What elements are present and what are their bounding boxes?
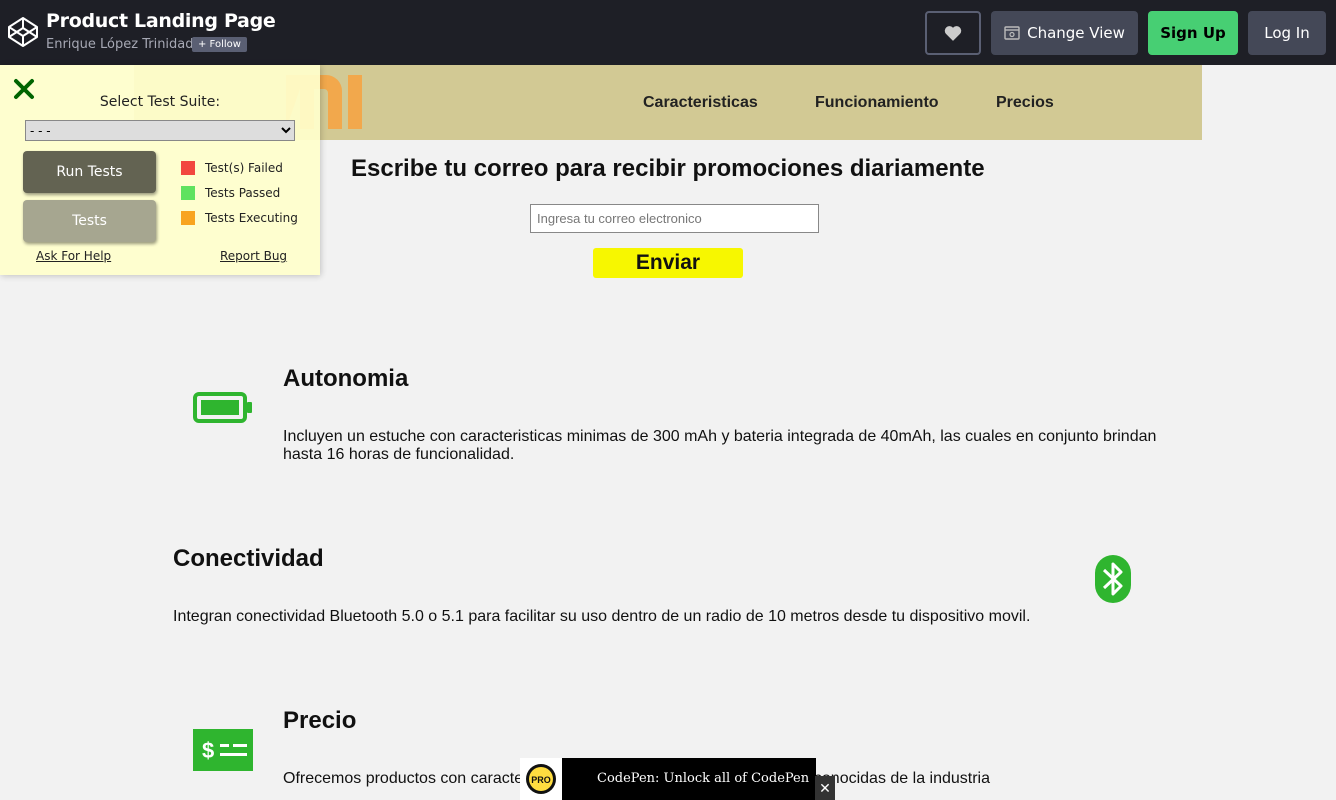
codepen-logo-icon[interactable] xyxy=(7,16,39,48)
pro-banner[interactable]: PRO CodePen: Unlock all of CodePen xyxy=(520,758,816,800)
submit-button[interactable]: Enviar xyxy=(593,248,743,278)
pro-banner-text[interactable]: CodePen: Unlock all of CodePen xyxy=(597,771,809,786)
nav-link-caracteristicas[interactable]: Caracteristicas xyxy=(643,94,758,112)
feature-text-autonomia: Incluyen un estuche con caracteristicas … xyxy=(283,428,1157,463)
change-view-icon xyxy=(1004,26,1020,40)
test-suite-panel: Select Test Suite: - - - Run Tests Tests… xyxy=(0,65,320,275)
nav-link-funcionamiento[interactable]: Funcionamiento xyxy=(815,94,939,112)
promo-heading: Escribe tu correo para recibir promocion… xyxy=(351,155,985,182)
legend-passed: Tests Passed xyxy=(181,186,280,200)
money-bill-icon: $ xyxy=(193,729,253,776)
report-bug-link[interactable]: Report Bug xyxy=(220,249,287,263)
pen-author[interactable]: Enrique López Trinidad xyxy=(46,37,194,52)
change-view-button[interactable]: Change View xyxy=(991,11,1138,55)
svg-text:$: $ xyxy=(202,738,214,763)
legend-executing: Tests Executing xyxy=(181,211,298,225)
run-tests-button[interactable]: Run Tests xyxy=(23,151,156,193)
bluetooth-icon xyxy=(1095,555,1131,608)
sign-up-button[interactable]: Sign Up xyxy=(1148,11,1238,55)
feature-text-conectividad: Integran conectividad Bluetooth 5.0 o 5.… xyxy=(173,608,1031,625)
test-suite-label: Select Test Suite: xyxy=(99,94,221,110)
battery-full-icon xyxy=(193,392,253,428)
log-in-button[interactable]: Log In xyxy=(1248,11,1326,55)
feature-title-conectividad: Conectividad xyxy=(173,545,324,572)
nav-link-precios[interactable]: Precios xyxy=(996,94,1054,112)
legend-failed: Test(s) Failed xyxy=(181,161,283,175)
legend-executing-label: Tests Executing xyxy=(205,211,298,225)
pro-badge-text: PRO xyxy=(531,775,551,785)
passed-swatch xyxy=(181,186,195,200)
pen-title: Product Landing Page xyxy=(46,10,276,32)
heart-button[interactable] xyxy=(925,11,981,55)
feature-title-autonomia: Autonomia xyxy=(283,365,409,392)
legend-failed-label: Test(s) Failed xyxy=(205,161,283,175)
pro-banner-close-button[interactable]: ✕ xyxy=(815,776,835,800)
heart-icon xyxy=(944,26,962,41)
failed-swatch xyxy=(181,161,195,175)
pro-badge: PRO xyxy=(520,758,562,800)
tests-button[interactable]: Tests xyxy=(23,200,156,242)
feature-title-precio: Precio xyxy=(283,707,357,734)
email-field[interactable] xyxy=(530,204,819,233)
test-suite-select[interactable]: - - - xyxy=(25,120,295,141)
legend-passed-label: Tests Passed xyxy=(205,186,281,200)
pro-badge-icon: PRO xyxy=(526,764,556,794)
executing-swatch xyxy=(181,211,195,225)
ask-for-help-link[interactable]: Ask For Help xyxy=(36,249,111,263)
codepen-header: Product Landing Page Enrique López Trini… xyxy=(0,0,1336,65)
follow-button[interactable]: + Follow xyxy=(192,37,247,52)
change-view-label: Change View xyxy=(1027,24,1125,42)
